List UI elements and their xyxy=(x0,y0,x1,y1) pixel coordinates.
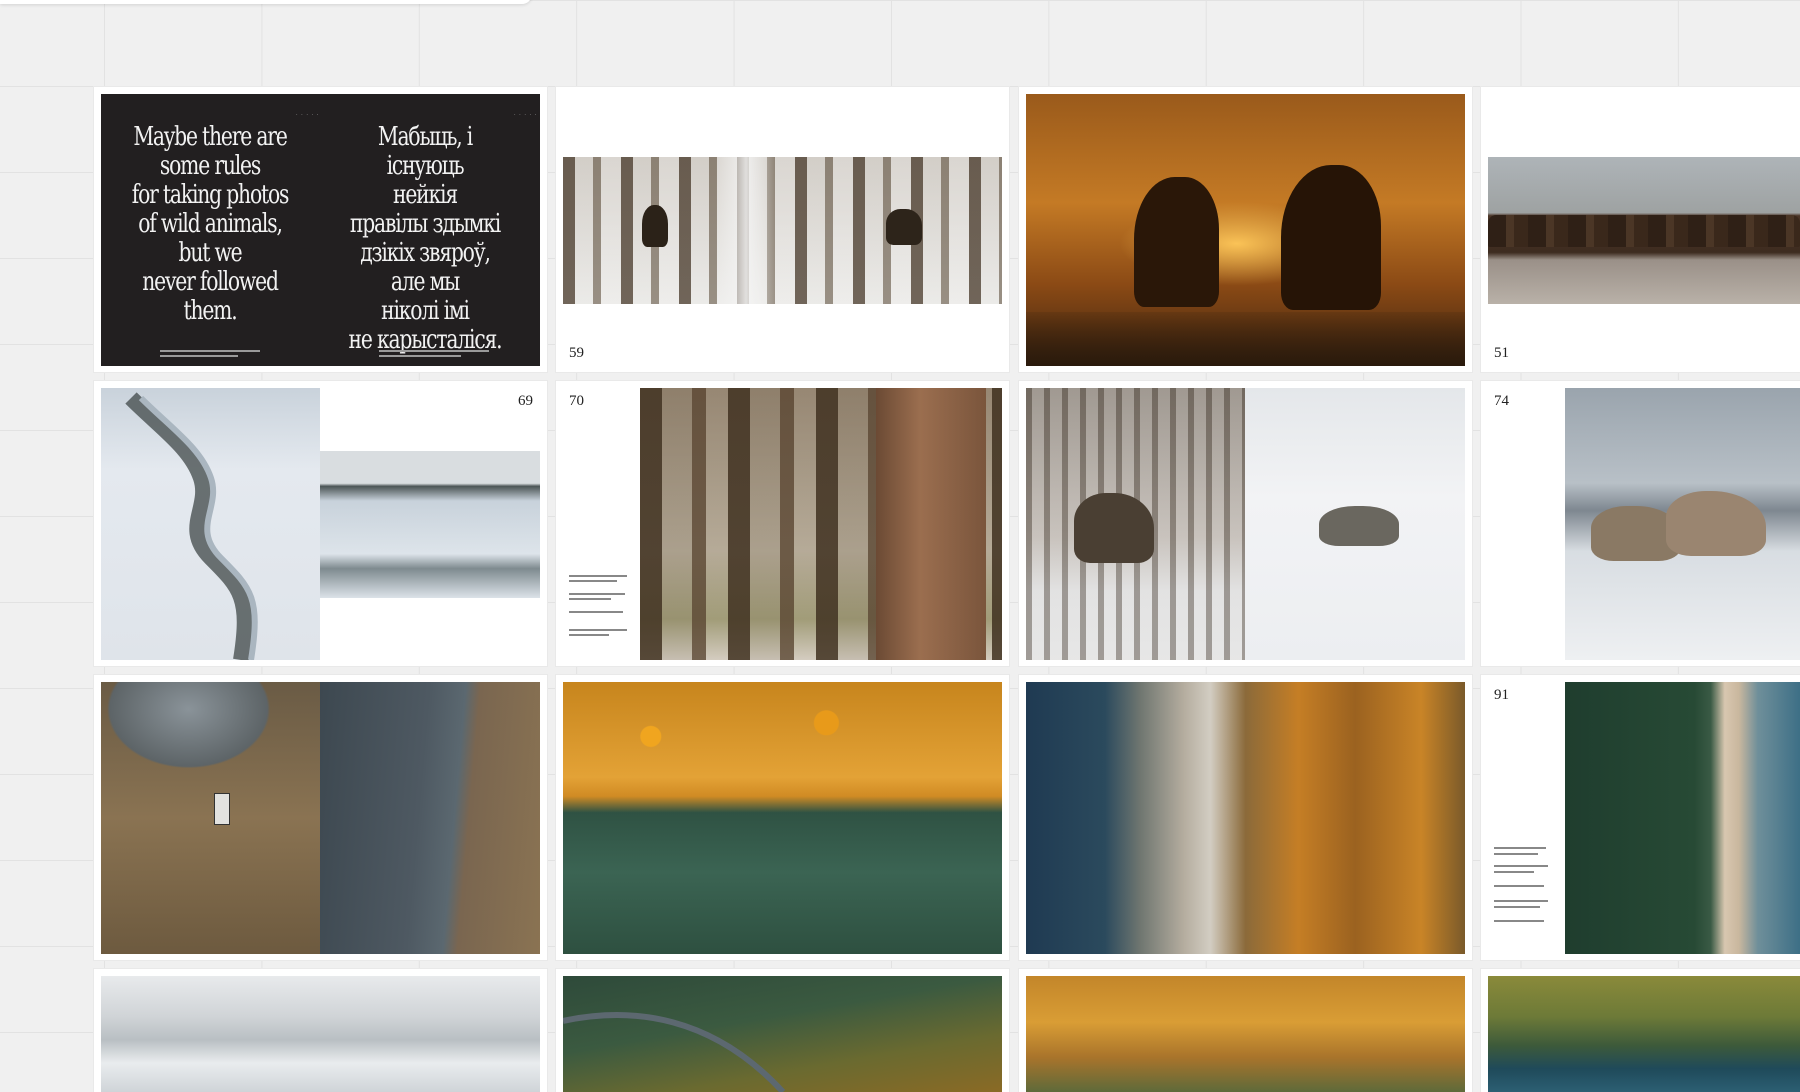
quote-english: Maybe there are some rules for taking ph… xyxy=(129,123,291,326)
photo-snowy-forest-bison xyxy=(563,157,1002,304)
moose-silhouette xyxy=(1074,493,1154,563)
bison-silhouette xyxy=(1281,165,1381,310)
spread-bison-herd[interactable]: 51 xyxy=(1481,87,1800,372)
tree-trunk-foreground xyxy=(876,388,986,660)
quote-line: some rules xyxy=(159,151,261,181)
spread-pine-forest[interactable]: 70 xyxy=(556,381,1009,666)
caption-text xyxy=(1494,885,1544,887)
caption-text xyxy=(1494,920,1544,922)
caption-text xyxy=(1494,871,1534,873)
spread-quote[interactable]: · · · · · · · · · · Maybe there are some… xyxy=(94,87,547,372)
spread-winter-river[interactable]: 69 xyxy=(94,381,547,666)
grass-foreground xyxy=(1026,312,1465,366)
caption-text xyxy=(569,634,609,636)
top-toolbar xyxy=(0,0,532,4)
photo-frozen-lake xyxy=(320,451,540,598)
road-path xyxy=(563,1012,786,1092)
quote-line: Maybe there are xyxy=(133,122,288,152)
page-number: 51 xyxy=(1494,345,1509,361)
spread-lake-shore[interactable] xyxy=(1019,675,1472,960)
footnote-text xyxy=(160,350,260,352)
vehicle xyxy=(214,793,230,825)
spread-bison-sunrise[interactable] xyxy=(1019,87,1472,372)
quote-line: дзікіх звяроў, xyxy=(360,238,491,268)
quote-line: of wild animals, xyxy=(138,209,283,239)
page-number: 59 xyxy=(569,345,584,361)
caption-text xyxy=(569,575,627,577)
river-trees-path xyxy=(125,392,258,660)
quote-line: нейкія xyxy=(393,180,458,210)
page-header-right: · · · · · xyxy=(514,112,538,118)
footnote-text xyxy=(379,355,461,357)
moose-silhouette xyxy=(1319,506,1399,546)
quote-belarusian: Мабыць, і існуюць нейкія правілы здымкі … xyxy=(343,123,507,355)
quote-line: правілы здымкі xyxy=(349,209,501,239)
spread-forest-bison[interactable]: 59 xyxy=(556,87,1009,372)
page-header-left: · · · · · xyxy=(296,112,320,118)
photo-lake-forest-aerial xyxy=(1488,976,1800,1092)
spread-snowy-aerial[interactable] xyxy=(94,969,547,1092)
photo-snowy-forest-aerial xyxy=(101,976,540,1092)
herd-band xyxy=(1488,215,1800,247)
photo-coastline-aerial xyxy=(1565,682,1800,954)
quote-line: them. xyxy=(183,296,237,326)
photo-autumn-forest-aerial xyxy=(563,682,1002,954)
caption-text xyxy=(569,593,625,595)
photo-frozen-shore xyxy=(320,682,540,954)
footnote-text xyxy=(379,350,489,352)
bison-silhouette xyxy=(886,209,922,245)
spread-moose-snow[interactable] xyxy=(1019,381,1472,666)
photo-aerial-wetland xyxy=(101,682,320,954)
caption-text xyxy=(1494,900,1548,902)
spread-autumn-forest[interactable] xyxy=(556,675,1009,960)
page-number: 70 xyxy=(569,393,584,409)
photo-golden-forest-aerial xyxy=(1026,976,1465,1092)
caption-text xyxy=(1494,906,1540,908)
caption-text xyxy=(1494,847,1546,849)
caption-text xyxy=(569,629,627,631)
board-canvas[interactable]: · · · · · · · · · · Maybe there are some… xyxy=(0,0,1800,1092)
caption-text xyxy=(1494,865,1548,867)
page-number: 69 xyxy=(518,393,533,409)
snow-bokeh xyxy=(716,157,776,304)
bison-silhouette xyxy=(1134,177,1219,307)
page-number: 91 xyxy=(1494,687,1509,703)
quote-line: ніколі імі xyxy=(381,296,470,326)
spread-coastline[interactable]: 91 xyxy=(1481,675,1800,960)
spread-wild-horses[interactable]: 74 xyxy=(1481,381,1800,666)
caption-text xyxy=(569,580,617,582)
quote-line: for taking photos xyxy=(131,180,290,210)
quote-line: never followed xyxy=(142,267,279,297)
quote-line: Мабыць, і існуюць xyxy=(377,122,473,181)
caption-text xyxy=(569,598,611,600)
caption-text xyxy=(569,611,623,613)
caption-text xyxy=(1494,853,1538,855)
spread-golden-forest[interactable] xyxy=(1019,969,1472,1092)
page-number: 74 xyxy=(1494,393,1509,409)
photo-lake-shore-aerial xyxy=(1026,682,1465,954)
bison-silhouette xyxy=(642,205,668,247)
quote-line: але мы xyxy=(390,267,460,297)
spread-forest-road[interactable] xyxy=(556,969,1009,1092)
quote-line: but we xyxy=(178,238,243,268)
spread-lake-forest[interactable] xyxy=(1481,969,1800,1092)
footnote-text xyxy=(160,355,238,357)
spread-aerial-wetland[interactable] xyxy=(94,675,547,960)
